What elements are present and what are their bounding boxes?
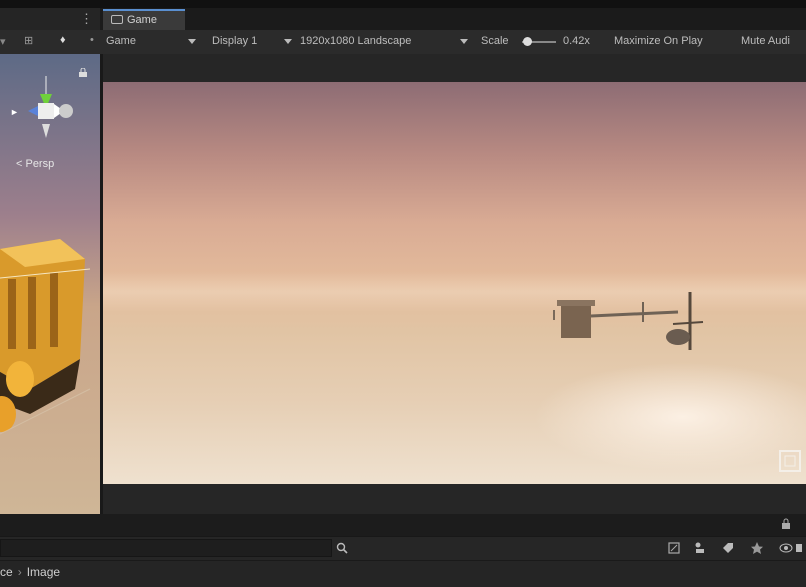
window-top-strip: [0, 0, 806, 8]
lock-icon[interactable]: [78, 68, 88, 77]
panel-divider: [0, 514, 806, 536]
persp-label[interactable]: < Persp: [16, 158, 54, 170]
scene-view[interactable]: ► < Persp: [0, 54, 100, 514]
breadcrumb: ce › Image: [0, 565, 60, 579]
scale-slider-handle[interactable]: [523, 37, 532, 46]
game-view-icon: [111, 15, 123, 24]
breadcrumb-parent[interactable]: ce: [0, 565, 13, 579]
tab-game[interactable]: Game: [103, 9, 185, 30]
breadcrumb-current[interactable]: Image: [27, 565, 60, 579]
game-viewport[interactable]: [103, 82, 806, 484]
distant-structure: [553, 292, 704, 350]
view-mode-dropdown[interactable]: Game: [106, 35, 136, 47]
svg-text:►: ►: [10, 107, 19, 117]
search-icon[interactable]: [336, 542, 348, 554]
scene-machine-model: [0, 239, 91, 435]
ground-glow: [533, 362, 806, 472]
gizmo-toggle-icon[interactable]: ♦: [60, 34, 66, 46]
chevron-down-icon[interactable]: [188, 39, 196, 44]
gizmo-icon[interactable]: ►: [8, 76, 88, 146]
breadcrumb-separator-icon: ›: [17, 565, 22, 579]
lock-icon[interactable]: [781, 518, 791, 530]
tab-menu-icon[interactable]: ⋮: [80, 10, 93, 28]
tab-game-label: Game: [127, 14, 157, 26]
scale-value: 0.42x: [563, 35, 590, 47]
maximize-on-play-toggle[interactable]: Maximize On Play: [614, 35, 703, 47]
resolution-dropdown[interactable]: 1920x1080 Landscape: [300, 35, 411, 47]
grid-icon[interactable]: ⊞: [24, 34, 33, 47]
fullscreen-icon[interactable]: [779, 450, 801, 472]
search-input[interactable]: [0, 539, 332, 557]
type-filter-icon[interactable]: [693, 541, 707, 555]
scale-label: Scale: [481, 35, 509, 47]
display-dropdown[interactable]: Display 1: [212, 35, 257, 47]
visibility-icon[interactable]: [778, 541, 806, 555]
game-toolbar: ▾ ⊞ ♦ • Game Display 1 1920x1080 Landsca…: [0, 30, 806, 55]
more-icon[interactable]: •: [90, 34, 94, 46]
game-view-footer: [103, 484, 806, 514]
chevron-down-icon[interactable]: [284, 39, 292, 44]
mute-audio-toggle[interactable]: Mute Audi: [741, 35, 790, 47]
chevron-down-icon[interactable]: [460, 39, 468, 44]
favorites-icon[interactable]: [750, 541, 764, 555]
scene-search-icon[interactable]: [667, 541, 681, 555]
label-filter-icon[interactable]: [721, 541, 735, 555]
project-breadcrumb-bar: [0, 560, 806, 587]
scene-toolbar-icon[interactable]: ▾: [0, 35, 6, 48]
